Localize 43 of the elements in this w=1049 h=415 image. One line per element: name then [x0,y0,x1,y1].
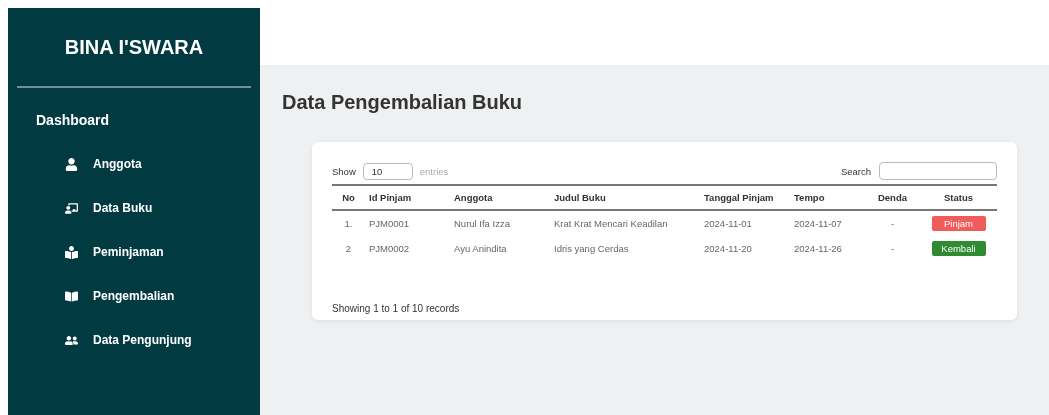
column-header: Judul Buku [550,185,700,210]
table-cell-text: PJM0002 [368,242,411,256]
table-cell-text: 2024-11-26 [793,242,843,256]
users-icon [65,333,78,347]
entries-select[interactable]: 10 [362,162,413,180]
table-cell: PJM0001 [365,210,450,236]
sidebar-item[interactable]: Data Pengunjung [8,318,260,362]
table-cell: - [865,210,920,236]
open-book-icon [65,289,78,303]
table-cell: Krat Krat Mencari Keadilan [550,210,700,236]
book-reader-icon [65,245,78,259]
table-cell-text: - [889,242,896,256]
status-badge: Pinjam [931,216,986,231]
table-cell-text: 2 [344,242,353,256]
column-header: No [332,185,365,210]
column-header: Tempo [790,185,865,210]
search-label: Search [840,165,871,177]
sidebar-item[interactable]: Pengembalian [8,274,260,318]
records-info: Showing 1 to 1 of 10 records [332,303,461,314]
column-header: Anggota [450,185,550,210]
table-cell: 1. [332,210,365,236]
sidebar-item[interactable]: Peminjaman [8,230,260,274]
brand-title: BINA I'SWARA [63,35,205,60]
column-header: Id Pinjam [365,185,450,210]
table-cell: 2024-11-07 [790,210,865,236]
column-header: Denda [865,185,920,210]
table-cell-text: 2024-11-20 [703,242,753,256]
section-title: Dashboard [35,111,111,128]
table-cell: 2024-11-01 [700,210,790,236]
table-cell-text: Idris yang Cerdas [553,242,630,256]
teacher-board-icon [65,201,78,215]
page-title: Data Pengembalian Buku [282,91,524,114]
column-header: Tanggal Pinjam [700,185,790,210]
entries-label: entries [419,165,449,177]
table-cell-text: Ayu Anindita [453,242,508,256]
show-label: Show [332,165,356,177]
user-icon [65,157,78,171]
status-badge: Kembali [931,241,986,256]
search-field[interactable] [879,162,997,180]
table-cell: Nurul Ifa Izza [450,210,550,236]
sidebar-item[interactable]: Anggota [8,142,260,186]
sidebar-item[interactable]: Data Buku [8,186,260,230]
column-header: Status [920,185,997,210]
